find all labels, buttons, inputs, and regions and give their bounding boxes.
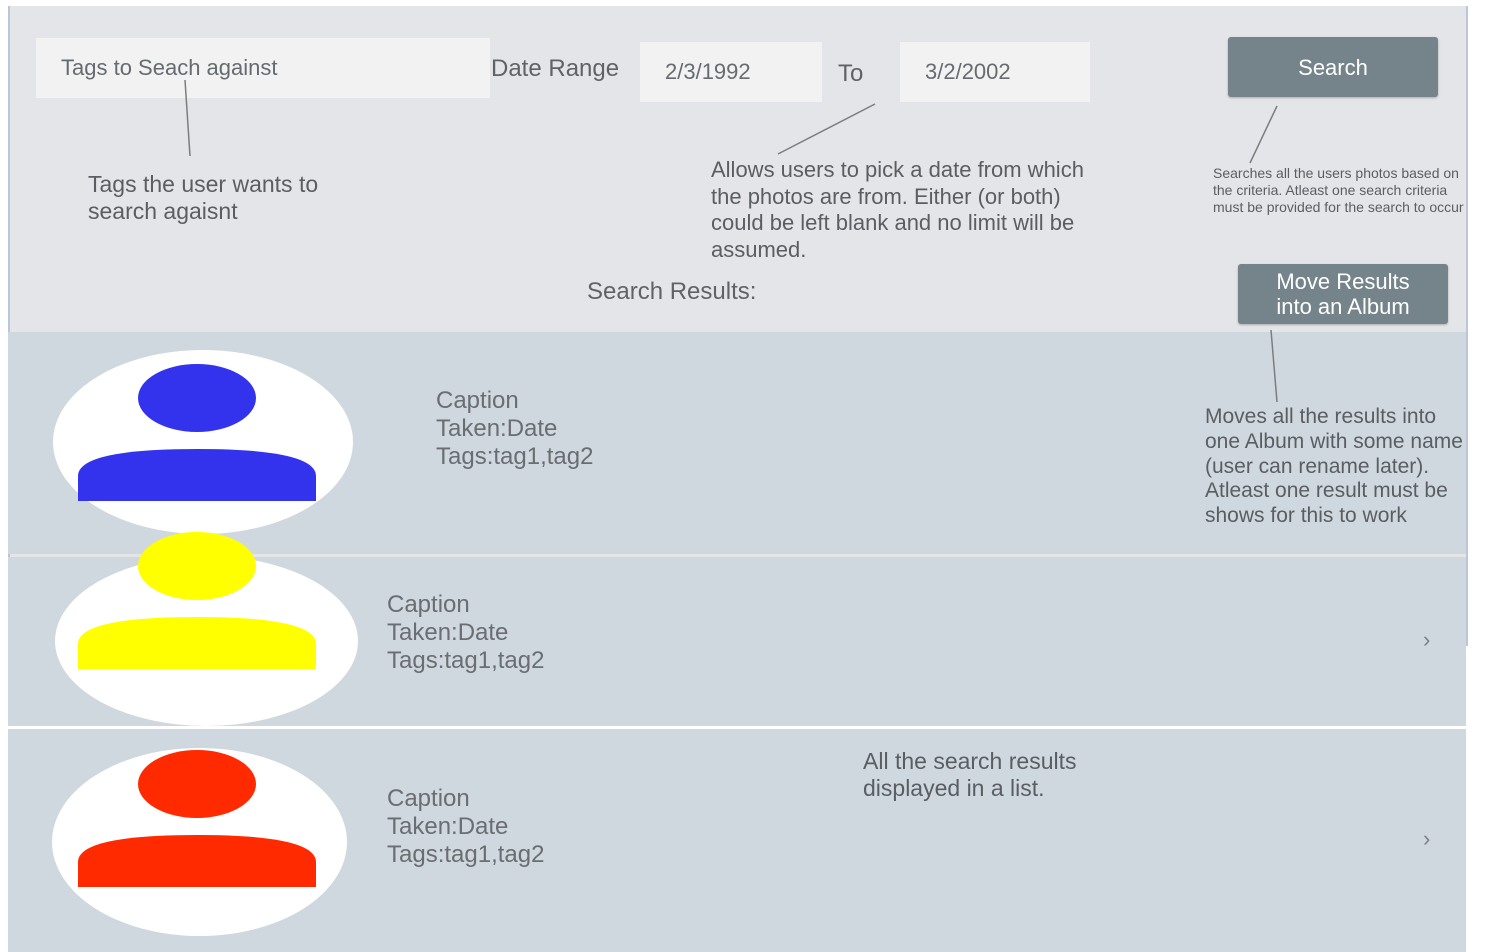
tags-search-placeholder: Tags to Seach against	[61, 55, 278, 80]
tags-annotation: Tags the user wants to search agaisnt	[88, 171, 319, 224]
result-1-details: Caption Taken:Date Tags:tag1,tag2	[436, 387, 593, 471]
result-3-tags: Tags:tag1,tag2	[387, 841, 545, 868]
move-results-label-line1: Move Results	[1276, 269, 1410, 294]
search-annotation: Searches all the users photos based on t…	[1213, 165, 1464, 215]
avatar-1-body	[78, 449, 316, 501]
move-results-button[interactable]: Move Results into an Album	[1238, 264, 1448, 324]
result-1-caption: Caption	[436, 387, 519, 414]
result-3-details: Caption Taken:Date Tags:tag1,tag2	[387, 785, 544, 869]
result-2-taken: Taken:Date	[387, 619, 509, 646]
result-3-chevron-icon[interactable]: ›	[1423, 826, 1430, 852]
search-button-label: Search	[1298, 54, 1368, 80]
result-3-taken: Taken:Date	[387, 813, 509, 840]
avatar-3-head	[138, 750, 256, 818]
date-to-input[interactable]: 3/2/2002	[900, 42, 1090, 102]
tags-search-input[interactable]: Tags to Seach against	[36, 38, 490, 98]
result-2-chevron-icon[interactable]: ›	[1423, 627, 1430, 653]
date-to-value: 3/2/2002	[925, 59, 1011, 84]
date-from-input[interactable]: 2/3/1992	[640, 42, 822, 102]
avatar-1-icon	[78, 364, 316, 501]
to-label: To	[838, 60, 864, 87]
move-annotation: Moves all the results into one Album wit…	[1205, 405, 1463, 528]
result-2-tags: Tags:tag1,tag2	[387, 647, 545, 674]
search-button[interactable]: Search	[1228, 37, 1438, 97]
avatar-3-body	[78, 835, 316, 887]
date-from-value: 2/3/1992	[665, 59, 751, 84]
move-results-label-line2: into an Album	[1276, 294, 1410, 319]
avatar-3-icon	[78, 750, 316, 887]
search-results-header: Search Results:	[587, 278, 757, 305]
result-2-details: Caption Taken:Date Tags:tag1,tag2	[387, 591, 544, 675]
result-2-caption: Caption	[387, 591, 470, 618]
date-annotation: Allows users to pick a date from which t…	[711, 157, 1084, 262]
avatar-2-body	[78, 617, 316, 669]
result-1-tags: Tags:tag1,tag2	[436, 443, 594, 470]
avatar-2-head	[138, 532, 256, 600]
result-1-taken: Taken:Date	[436, 415, 558, 442]
avatar-1-head	[138, 364, 256, 432]
list-annotation: All the search results displayed in a li…	[863, 748, 1077, 801]
avatar-2-icon	[78, 532, 316, 669]
date-range-label: Date Range	[491, 55, 620, 82]
result-3-caption: Caption	[387, 785, 470, 812]
